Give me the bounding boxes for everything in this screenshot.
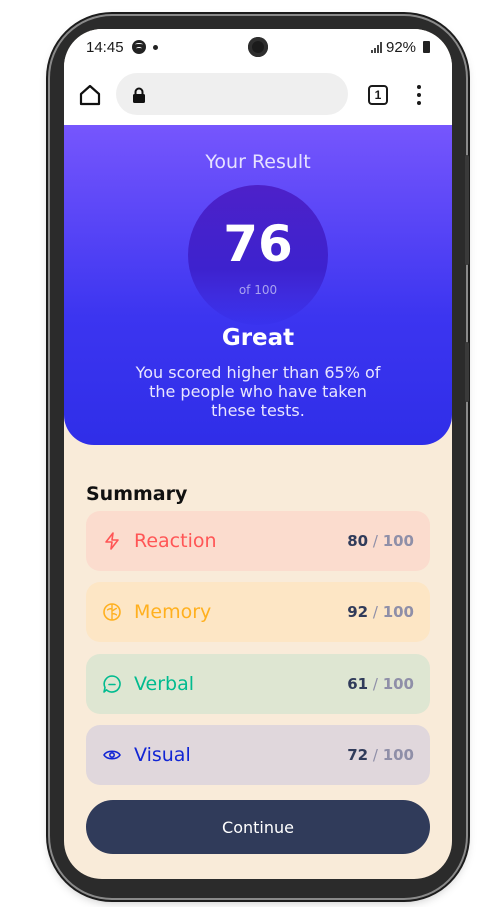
lightning-icon xyxy=(105,532,119,550)
browser-toolbar: 1 xyxy=(64,65,452,125)
tab-switcher-icon[interactable]: 1 xyxy=(368,85,388,105)
more-menu-icon[interactable] xyxy=(416,85,422,105)
continue-button[interactable]: Continue xyxy=(86,800,430,854)
summary-item-score: 61 / 100 xyxy=(347,675,414,693)
summary-item-score: 72 / 100 xyxy=(347,746,414,764)
score-value: 76 xyxy=(223,215,293,273)
battery-icon xyxy=(423,41,430,53)
result-card: Your Result 76 of 100 Great You scored h… xyxy=(64,125,452,445)
summary-item-label: Verbal xyxy=(134,673,195,695)
spotify-icon xyxy=(132,40,146,54)
battery-percentage: 92% xyxy=(386,39,417,56)
summary-title: Summary xyxy=(86,483,188,505)
status-bar: 14:45 92% xyxy=(64,29,452,65)
lock-icon xyxy=(133,87,145,103)
url-bar[interactable] xyxy=(116,73,348,115)
signal-icon xyxy=(371,42,383,53)
summary-item-score: 80 / 100 xyxy=(347,532,414,550)
notification-dot-icon xyxy=(153,45,158,50)
rating-label: Great xyxy=(221,325,295,351)
summary-item-memory: Memory 92 / 100 xyxy=(86,582,430,642)
summary-item-label: Reaction xyxy=(134,530,217,552)
score-total: of 100 xyxy=(238,283,278,297)
result-title: Your Result xyxy=(205,151,311,173)
summary-item-reaction: Reaction 80 / 100 xyxy=(86,511,430,571)
status-time: 14:45 xyxy=(86,39,124,56)
volume-button xyxy=(465,342,469,402)
brain-icon xyxy=(103,603,121,621)
front-camera-icon xyxy=(248,37,268,57)
summary-item-label: Visual xyxy=(134,744,191,766)
phone-screen: 14:45 92% 1 Your Result 76 of 100 Great xyxy=(64,29,452,879)
score-circle: 76 of 100 xyxy=(188,185,328,325)
chat-icon xyxy=(103,675,121,693)
eye-icon xyxy=(103,750,121,760)
home-icon[interactable] xyxy=(78,83,102,107)
summary-item-verbal: Verbal 61 / 100 xyxy=(86,654,430,714)
power-button xyxy=(465,155,469,265)
summary-item-visual: Visual 72 / 100 xyxy=(86,725,430,785)
rating-description: You scored higher than 65% of the people… xyxy=(135,363,381,420)
summary-item-score: 92 / 100 xyxy=(347,603,414,621)
summary-item-label: Memory xyxy=(134,601,212,623)
